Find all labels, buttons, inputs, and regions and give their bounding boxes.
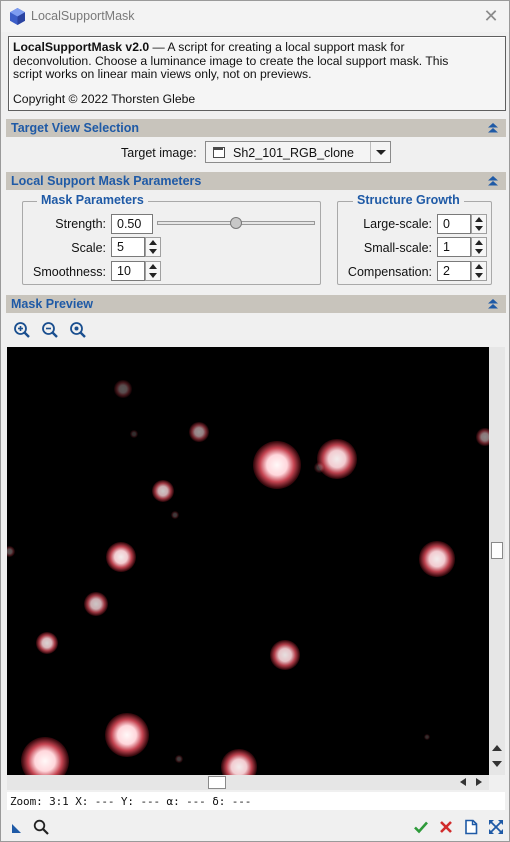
small-scale-label: Small-scale: [363, 241, 432, 255]
small-scale-input[interactable]: 1 [437, 237, 471, 257]
window-title: LocalSupportMask [31, 9, 135, 23]
image-icon [213, 147, 225, 158]
zoom-fit-icon[interactable] [69, 321, 87, 339]
strength-input[interactable]: 0.50 [111, 214, 153, 234]
collapse-icon[interactable] [487, 122, 499, 134]
reset-icon[interactable] [463, 819, 479, 835]
mask-preview-image[interactable] [7, 347, 489, 775]
vertical-scroll-thumb[interactable] [491, 542, 503, 559]
collapse-icon[interactable] [487, 298, 499, 310]
small-scale-stepper[interactable] [471, 237, 487, 257]
maximize-icon[interactable] [488, 819, 504, 835]
vertical-scrollbar[interactable] [489, 347, 505, 775]
script-window: LocalSupportMask ✕ LocalSupportMask v2.0… [0, 0, 510, 842]
star-blob [36, 632, 58, 654]
star-blob [170, 510, 180, 520]
collapse-icon[interactable] [487, 175, 499, 187]
horizontal-scroll-thumb[interactable] [208, 776, 226, 789]
star-blob [317, 439, 357, 479]
ok-icon[interactable] [413, 819, 429, 835]
star-blob [152, 480, 174, 502]
mask-parameters-title: Mask Parameters [37, 193, 148, 207]
star-blob [105, 541, 137, 573]
status-readout: Zoom: 3:1 X: --- Y: --- α: --- δ: --- [7, 792, 505, 810]
section-target-view[interactable]: Target View Selection [6, 119, 506, 137]
scroll-up-icon[interactable] [492, 745, 502, 751]
star-blob [419, 541, 455, 577]
star-blob [423, 733, 431, 741]
star-blob [129, 429, 139, 439]
arrow-down-icon[interactable] [475, 249, 483, 254]
app-icon [10, 8, 25, 25]
info-line-1-rest: — A script for creating a local support … [149, 40, 405, 54]
arrow-up-icon[interactable] [475, 217, 483, 222]
large-scale-input[interactable]: 0 [437, 214, 471, 234]
info-line-1: LocalSupportMask v2.0 — A script for cre… [13, 40, 501, 55]
smoothness-label: Smoothness: [33, 265, 106, 279]
section-mask-preview[interactable]: Mask Preview [6, 295, 506, 313]
arrow-down-icon[interactable] [475, 273, 483, 278]
info-line-2: deconvolution. Choose a luminance image … [13, 53, 449, 68]
strength-label: Strength: [55, 217, 106, 231]
scroll-left-icon[interactable] [460, 778, 466, 786]
target-image-value: Sh2_101_RGB_clone [233, 146, 354, 160]
target-image-combo[interactable]: Sh2_101_RGB_clone [205, 141, 391, 163]
cancel-icon[interactable] [438, 819, 454, 835]
section-title: Mask Preview [11, 297, 93, 311]
copyright-text: Copyright © 2022 Thorsten Glebe [13, 92, 196, 106]
preview-icon[interactable] [33, 819, 49, 835]
zoom-out-icon[interactable] [41, 321, 59, 339]
structure-growth-title: Structure Growth [353, 193, 464, 207]
compensation-label: Compensation: [347, 265, 432, 279]
arrow-down-icon[interactable] [149, 249, 157, 254]
large-scale-label: Large-scale: [363, 217, 432, 231]
horizontal-scrollbar[interactable] [7, 775, 489, 790]
arrow-up-icon[interactable] [475, 240, 483, 245]
info-box: LocalSupportMask v2.0 — A script for cre… [8, 36, 506, 111]
star-blob [221, 749, 257, 775]
strength-slider-handle[interactable] [230, 217, 242, 229]
scroll-down-icon[interactable] [492, 761, 502, 767]
info-line-3: script works on linear main views only, … [13, 67, 312, 81]
star-blob [7, 545, 15, 557]
compensation-input[interactable]: 2 [437, 261, 471, 281]
star-blob [174, 754, 184, 764]
arrow-down-icon[interactable] [149, 273, 157, 278]
scroll-right-icon[interactable] [476, 778, 482, 786]
new-instance-icon[interactable] [10, 819, 26, 835]
large-scale-stepper[interactable] [471, 214, 487, 234]
zoom-in-icon[interactable] [13, 321, 31, 339]
chevron-down-icon[interactable] [370, 142, 390, 162]
section-title: Target View Selection [11, 121, 140, 135]
script-name: LocalSupportMask v2.0 [13, 40, 150, 54]
section-title: Local Support Mask Parameters [11, 174, 202, 188]
close-icon: ✕ [483, 6, 499, 26]
title-bar[interactable]: LocalSupportMask ✕ [1, 1, 509, 32]
star-blob [313, 461, 325, 473]
star-blob [476, 428, 489, 446]
arrow-up-icon[interactable] [149, 264, 157, 269]
arrow-up-icon[interactable] [475, 264, 483, 269]
close-button[interactable]: ✕ [481, 5, 501, 27]
star-blob [189, 422, 209, 442]
star-blob [83, 591, 109, 617]
star-blob [20, 736, 70, 775]
star-blob [114, 380, 132, 398]
arrow-up-icon[interactable] [149, 240, 157, 245]
target-image-label: Target image: [121, 146, 197, 160]
star-blob [105, 713, 149, 757]
arrow-down-icon[interactable] [475, 226, 483, 231]
compensation-stepper[interactable] [471, 261, 487, 281]
section-mask-parameters[interactable]: Local Support Mask Parameters [6, 172, 506, 190]
smoothness-input[interactable]: 10 [111, 261, 145, 281]
smoothness-stepper[interactable] [145, 261, 161, 281]
scale-input[interactable]: 5 [111, 237, 145, 257]
scale-label: Scale: [71, 241, 106, 255]
star-blob [252, 440, 302, 490]
scale-stepper[interactable] [145, 237, 161, 257]
star-blob [269, 639, 301, 671]
